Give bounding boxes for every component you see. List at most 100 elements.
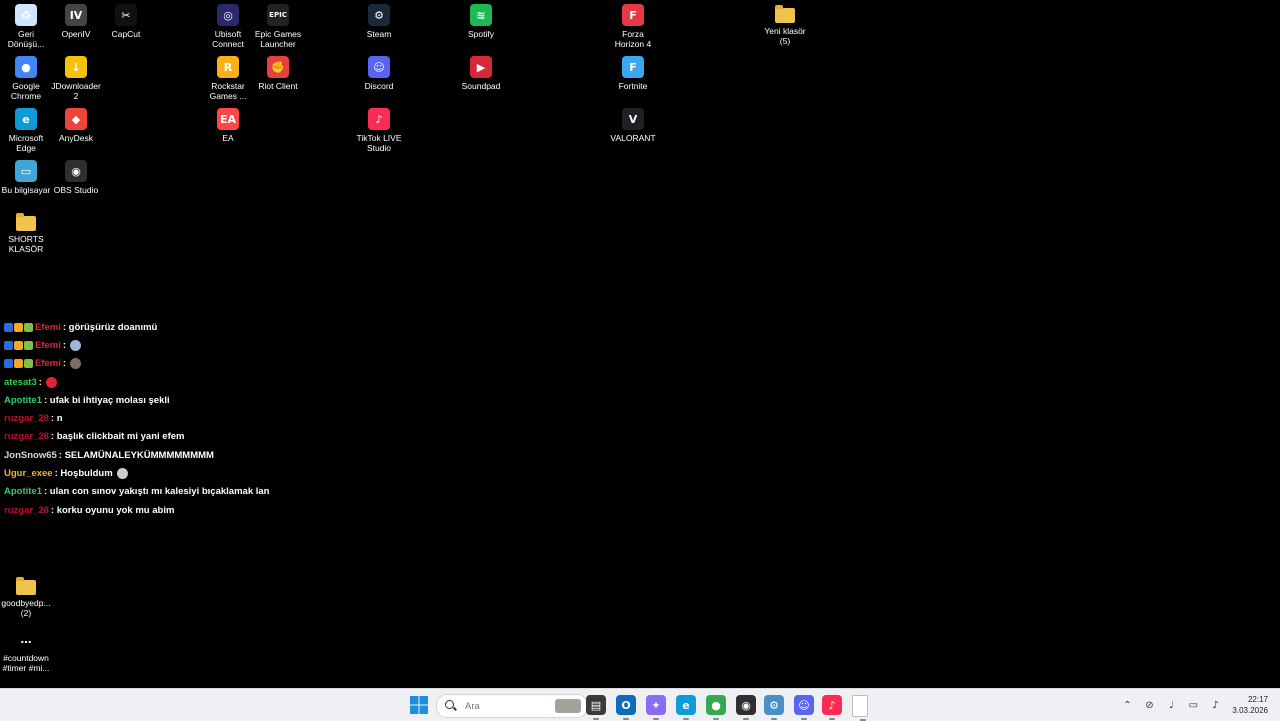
desktop-icon[interactable]: ✊ Riot Client [252,56,304,91]
desktop-icon[interactable]: F Forza Horizon 4 [607,4,659,49]
chat-text: : [62,339,67,351]
badge-icon [14,322,23,332]
file-explorer-icon[interactable]: ▤ [586,695,606,720]
outlook-icon[interactable]: O [616,695,636,720]
discord-icon: ☺ [368,56,390,78]
chat-text: : ulan con sınov yakıştı mı kalesiyi bıç… [44,486,270,498]
desktop-icon[interactable]: ≋ Spotify [455,4,507,39]
desktop-icon-label: Forza Horizon 4 [614,29,652,49]
folder-icon [775,5,795,23]
desktop-icon-label: Ubisoft Connect [212,29,244,49]
desktop-icon[interactable]: EA EA [202,108,254,143]
desktop-icon[interactable]: ♻ Geri Dönüşü... [0,4,52,49]
desktop-icon-label: Bu bilgisayar [1,185,51,195]
network-icon[interactable]: ⊘ [1142,698,1156,712]
chat-message: ruzgar_28: n [4,409,424,427]
chat-badges [4,359,33,369]
desktop-icon-label: Epic Games Launcher [254,29,302,49]
desktop-icon-label: SHORTS KLASÖR [8,234,44,254]
chat-text: : korku oyunu yok mu abim [50,504,175,516]
chat-text: : Hoşbuldum [54,468,113,480]
desktop-icon[interactable]: R Rockstar Games ... [202,56,254,101]
desktop-icon[interactable]: Yeni klasör (5) [759,4,811,46]
riot-client-icon: ✊ [267,56,289,78]
chat-username: atesat3 [4,376,37,388]
start-button[interactable] [409,695,429,715]
desktop-icon[interactable]: ♪ TikTok LIVE Studio [353,108,405,153]
discord-icon[interactable]: ☺ [794,695,814,720]
desktop-icon[interactable]: ◆ AnyDesk [50,108,102,143]
chat-message: ruzgar_28: başlık clickbait mi yani efem [4,428,424,446]
edge-icon[interactable]: e [676,695,696,720]
chat-message: Efemi: [4,355,424,373]
desktop-icon[interactable]: ↓ JDownloader 2 [50,56,102,101]
desktop-icon[interactable]: e Microsoft Edge [0,108,52,153]
valorant-icon: V [622,108,644,130]
windows-logo-icon [410,696,428,714]
volume-icon[interactable]: ♪ [1208,698,1222,712]
desktop-icon-label: goodbyedp... (2) [1,598,51,618]
desktop-icon[interactable]: ◉ OBS Studio [50,160,102,195]
chat-badges [4,340,33,350]
ea-icon: EA [217,108,239,130]
rockstar-icon: R [217,56,239,78]
chat-username: Ugur_exee [4,468,53,480]
microphone-icon[interactable]: ♩ [1164,698,1178,712]
clock-time: 22:17 [1247,695,1268,704]
desktop-icon[interactable]: ⚙ Steam [353,4,405,39]
desktop-icon[interactable]: ✂ CapCut [100,4,152,39]
desktop-icon-label: CapCut [111,29,141,39]
desktop-icon-label: #countdown #timer #mi... [2,653,50,673]
desktop-icon[interactable]: ▭ Bu bilgisayar [0,160,52,195]
obs-studio-icon[interactable]: ◉ [736,695,756,720]
desktop-icon[interactable]: ☺ Discord [353,56,405,91]
desktop-icon[interactable]: … #countdown #timer #mi... [0,628,52,673]
anydesk-icon: ◆ [65,108,87,130]
desktop-icon-label: TikTok LIVE Studio [356,133,402,153]
desktop-icon[interactable]: ◎ Ubisoft Connect [202,4,254,49]
desktop-icon[interactable]: ▶ Soundpad [455,56,507,91]
chat-username: JonSnow65 [4,449,57,461]
fortnite-icon: F [622,56,644,78]
desktop-icon[interactable]: F Fortnite [607,56,659,91]
desktop-icon[interactable]: V VALORANT [607,108,659,143]
desktop-icon-label: Microsoft Edge [8,133,44,153]
search-input[interactable] [463,699,547,713]
chat-text: : n [50,413,63,425]
desktop-icon[interactable]: goodbyedp... (2) [0,576,52,618]
search-icon [445,700,457,712]
chat-message: ruzgar_28: korku oyunu yok mu abim [4,501,424,519]
desktop-icon[interactable]: EPIC Epic Games Launcher [252,4,304,49]
notepad-icon[interactable] [852,695,868,721]
display-icon[interactable]: ▭ [1186,698,1200,712]
desktop-icon[interactable]: IV OpenIV [50,4,102,39]
stream-chat-overlay: Efemi: görüşürüz doanımü Efemi: Efemi: ates… [4,318,424,519]
chat-username: Efemi [35,321,61,333]
chrome-icon: ● [15,56,37,78]
chat-text: : [62,358,67,370]
desktop-icon-label: Rockstar Games ... [209,81,247,101]
chat-text: : ufak bi ihtiyaç molası şekli [44,394,170,406]
copilot-icon[interactable]: ✦ [646,695,666,720]
emote-icon [70,358,82,370]
badge-icon [14,359,23,369]
desktop-icon-label: Fortnite [618,81,648,91]
taskbar-search[interactable] [436,694,588,718]
clock-date: 3.03.2026 [1232,706,1268,715]
badge-icon [14,340,23,350]
ubisoft-icon: ◎ [217,4,239,26]
desktop-icon-label: Spotify [468,29,494,39]
spotify-icon: ≋ [470,4,492,26]
folder-icon [16,213,36,231]
chrome-icon[interactable]: ● [706,695,726,720]
chat-username: ruzgar_28 [4,413,49,425]
desktop-icon[interactable]: SHORTS KLASÖR [0,212,52,254]
settings-app-icon[interactable]: ⚙ [764,695,784,720]
desktop-icon[interactable]: ● Google Chrome [0,56,52,101]
badge-icon [4,322,13,332]
tiktok-icon[interactable]: ♪ [822,695,842,720]
forza-icon: F [622,4,644,26]
chevron-up-icon[interactable]: ⌃ [1120,698,1134,712]
desktop-icon-label: Discord [364,81,394,91]
clock[interactable]: 22:17 3.03.2026 [1232,694,1268,716]
